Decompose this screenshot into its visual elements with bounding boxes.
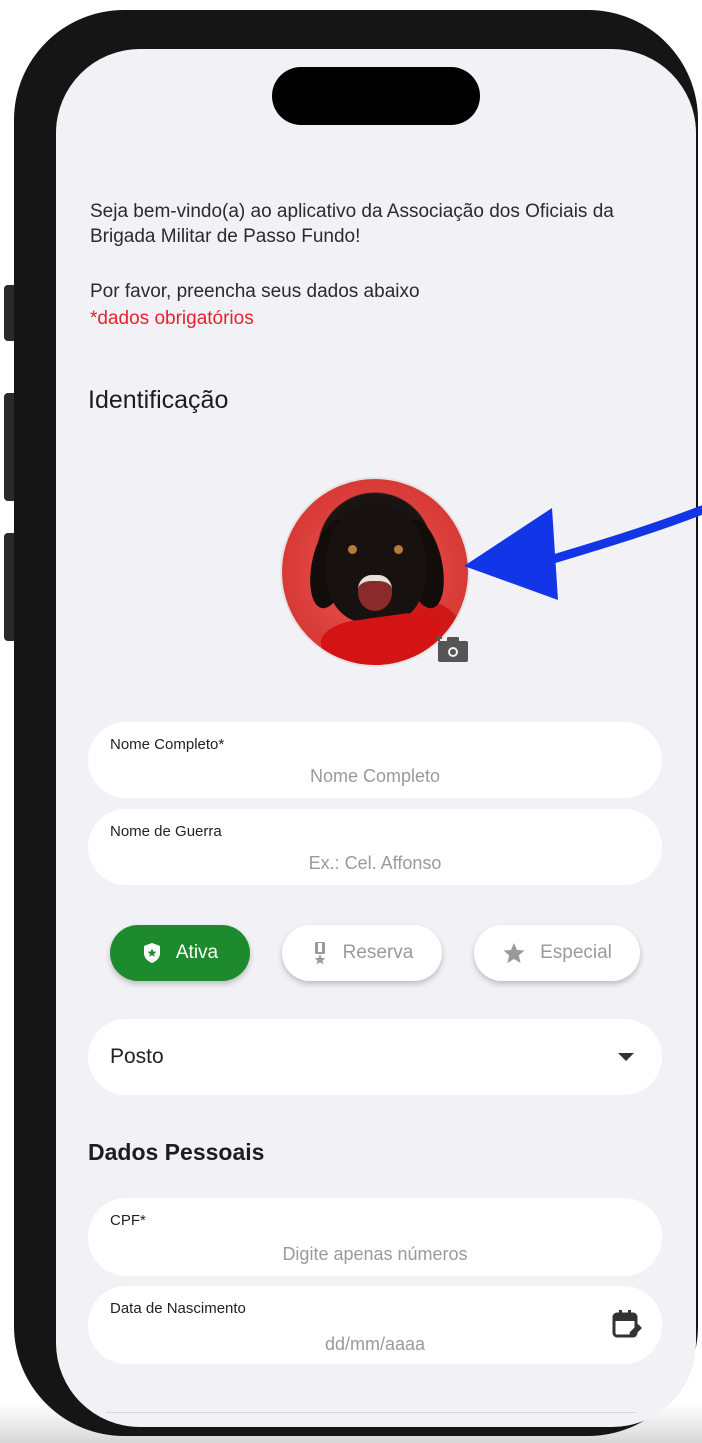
annotation-arrow-icon bbox=[464, 505, 702, 600]
